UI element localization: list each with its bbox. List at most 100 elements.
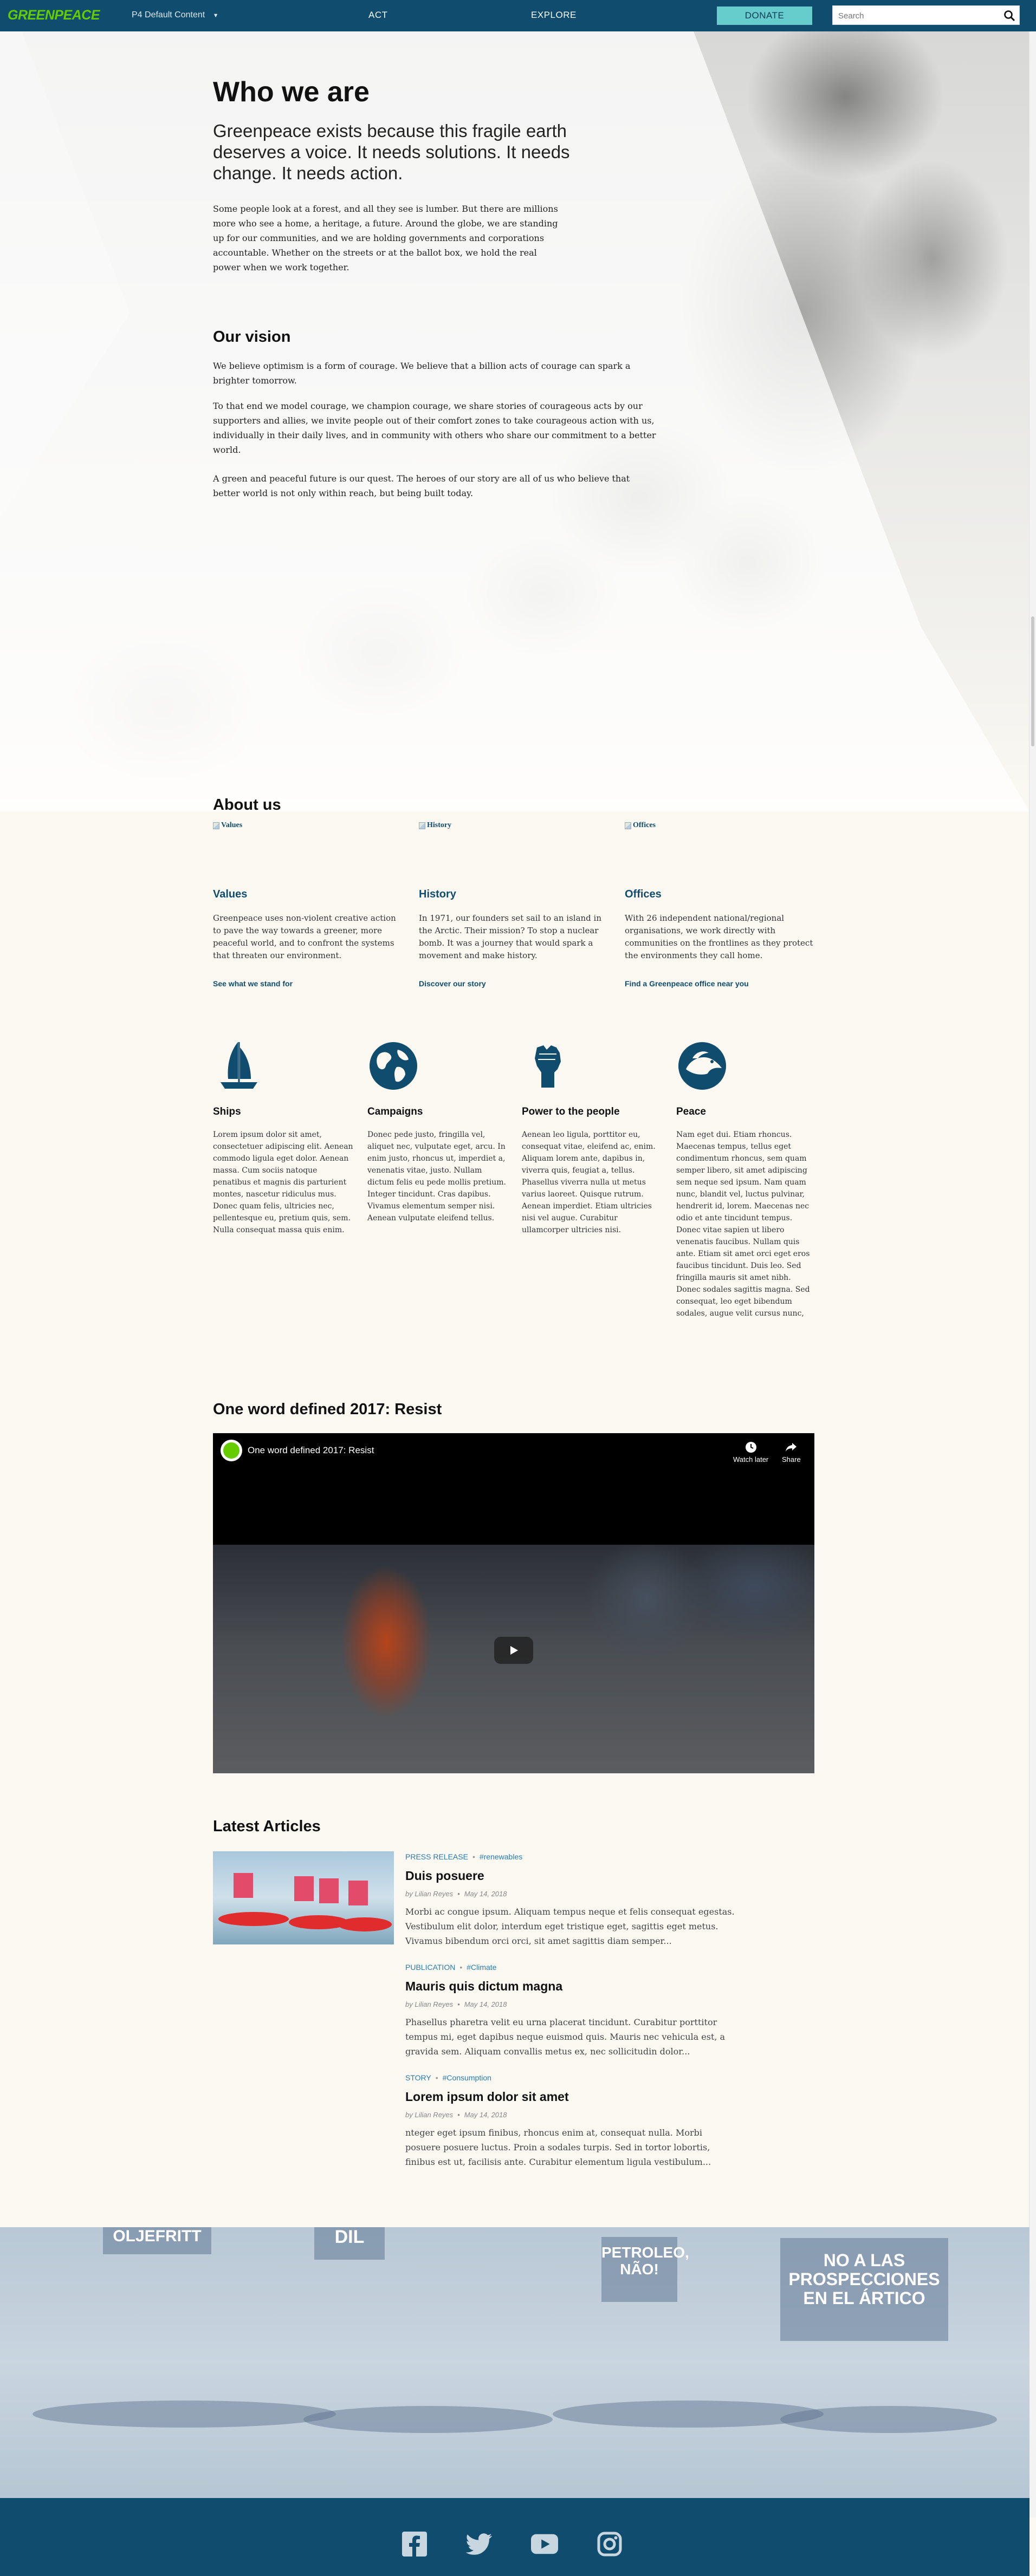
instagram-icon[interactable]	[596, 2531, 623, 2558]
feature-title: Power to the people	[522, 1106, 620, 1117]
video-heading: One word defined 2017: Resist	[213, 1401, 442, 1418]
offices-image: Offices	[625, 821, 814, 830]
article-item: PRESS RELEASE • #renewables Duis posuere b…	[405, 1852, 736, 1948]
about-card-values: Values Values Greenpeace uses non-violen…	[213, 821, 403, 988]
about-heading: About us	[213, 796, 281, 814]
ship-icon	[221, 1042, 257, 1089]
protest-sign	[348, 1881, 368, 1905]
article-tag[interactable]: #Climate	[467, 1963, 496, 1972]
protest-sign: OLJEFRITT	[103, 2227, 211, 2254]
kayak	[553, 2401, 824, 2428]
article-title[interactable]: Mauris quis dictum magna	[405, 1979, 736, 1994]
feature-ships: Ships Lorem ipsum dolor sit amet, consec…	[213, 1040, 354, 1234]
values-image: Values	[213, 821, 403, 830]
protest-sign	[319, 1878, 339, 1903]
article-meta: STORY • #Consumption	[405, 2073, 491, 2082]
about-card-text: Greenpeace uses non-violent creative act…	[213, 913, 396, 960]
site-footer	[0, 2498, 1029, 2576]
greenpeace-logo[interactable]: GREENPEACE	[8, 8, 100, 23]
twitter-icon[interactable]	[466, 2531, 493, 2558]
site-switcher-label: P4 Default Content	[132, 10, 205, 19]
footer-banner-image: OLJEFRITT DIL PETROLEO, NÃO! NO A LAS PR…	[0, 2227, 1029, 2498]
kayak	[218, 1912, 289, 1926]
site-switcher[interactable]: P4 Default Content ▼	[132, 10, 219, 20]
kayak	[303, 2406, 553, 2433]
feature-peace: Peace Nam eget dui. Etiam rhoncus. Maece…	[676, 1040, 817, 1318]
history-image: History	[419, 821, 608, 830]
feature-text: Aenean leo ligula, porttitor eu, consequ…	[522, 1130, 656, 1234]
about-card-title: History	[419, 888, 456, 900]
article-item: STORY • #Consumption Lorem ipsum dolor sit…	[405, 2073, 736, 2169]
about-card-link[interactable]: Discover our story	[419, 979, 486, 988]
dove-icon	[678, 1042, 726, 1090]
vision-paragraph: A green and peaceful future is our quest…	[213, 473, 630, 498]
feature-text: Nam eget dui. Etiam rhoncus. Maecenas te…	[676, 1130, 810, 1318]
article-type[interactable]: STORY	[405, 2073, 431, 2082]
play-icon	[510, 1646, 518, 1655]
search-box	[832, 5, 1020, 25]
about-card-text: In 1971, our founders set sail to an isl…	[419, 913, 602, 960]
article-byline: by Lilian Reyes • May 14, 2018	[405, 2111, 507, 2119]
facebook-icon[interactable]	[401, 2531, 428, 2558]
vision-heading: Our vision	[213, 328, 291, 346]
watch-later-label: Watch later	[733, 1455, 769, 1463]
page-scrollbar[interactable]	[1029, 31, 1036, 2518]
watch-later-button[interactable]: Watch later	[733, 1441, 768, 1463]
protest-sign: DIL	[314, 2227, 385, 2260]
article-tag[interactable]: #renewables	[480, 1852, 522, 1861]
share-icon	[786, 1443, 797, 1452]
youtube-icon[interactable]	[531, 2531, 558, 2558]
article-type[interactable]: PUBLICATION	[405, 1963, 455, 1972]
kayak	[33, 2401, 336, 2428]
clock-icon	[745, 1442, 756, 1453]
feature-text: Donec pede justo, fringilla vel, aliquet…	[367, 1130, 506, 1222]
article-tag[interactable]: #Consumption	[443, 2073, 491, 2082]
article-meta: PRESS RELEASE • #renewables	[405, 1852, 523, 1861]
vision-paragraph: We believe optimism is a form of courage…	[213, 361, 631, 386]
article-excerpt: Morbi ac congue ipsum. Aliquam tempus ne…	[405, 1907, 735, 1946]
donate-button[interactable]: DONATE	[717, 6, 812, 25]
feature-campaigns: Campaigns Donec pede justo, fringilla ve…	[367, 1040, 508, 1222]
hero-intro: Some people look at a forest, and all th…	[213, 204, 558, 272]
video-title[interactable]: One word defined 2017: Resist	[248, 1445, 374, 1456]
nav-explore[interactable]: EXPLORE	[531, 10, 577, 21]
feature-text: Lorem ipsum dolor sit amet, consectetuer…	[213, 1130, 353, 1234]
protest-sign: NO A LAS PROSPECCIONES EN EL ÁRTICO	[780, 2238, 948, 2341]
nav-act[interactable]: ACT	[368, 10, 388, 21]
page-title: Who we are	[213, 76, 370, 108]
about-card-link[interactable]: Find a Greenpeace office near you	[625, 979, 749, 988]
article-byline: by Lilian Reyes • May 14, 2018	[405, 2000, 507, 2008]
channel-avatar[interactable]	[221, 1440, 242, 1461]
article-thumbnail[interactable]	[213, 1851, 394, 1944]
protest-sign	[294, 1876, 314, 1901]
feature-title: Ships	[213, 1106, 241, 1117]
article-type[interactable]: PRESS RELEASE	[405, 1852, 468, 1861]
kayak	[780, 2406, 997, 2433]
article-excerpt: nteger eget ipsum finibus, rhoncus enim …	[405, 2128, 711, 2167]
play-button[interactable]	[494, 1637, 533, 1664]
kayak	[338, 1917, 392, 1931]
about-card-title: Offices	[625, 888, 662, 900]
vision-paragraph: To that end we model courage, we champio…	[213, 401, 656, 455]
about-card-text: With 26 independent national/regional or…	[625, 913, 813, 960]
share-button[interactable]: Share	[782, 1441, 801, 1463]
search-input[interactable]	[837, 8, 996, 23]
protest-sign: PETROLEO, NÃO!	[601, 2237, 689, 2302]
globe-icon	[370, 1042, 417, 1090]
about-card-link[interactable]: See what we stand for	[213, 979, 293, 988]
article-title[interactable]: Duis posuere	[405, 1869, 736, 1883]
article-byline: by Lilian Reyes • May 14, 2018	[405, 1890, 507, 1898]
share-label: Share	[782, 1455, 801, 1463]
video-player[interactable]: One word defined 2017: Resist Watch late…	[213, 1433, 814, 1773]
article-excerpt: Phasellus pharetra velit eu urna placera…	[405, 2017, 726, 2057]
hero-lead: Greenpeace exists because this fragile e…	[213, 121, 570, 183]
chevron-down-icon: ▼	[212, 12, 219, 19]
about-card-offices: Offices Offices With 26 independent nati…	[625, 821, 814, 988]
about-card-history: History History In 1971, our founders se…	[419, 821, 608, 988]
protest-sign	[234, 1873, 253, 1898]
articles-heading: Latest Articles	[213, 1818, 321, 1835]
scrollbar-thumb[interactable]	[1031, 616, 1034, 746]
article-item: PUBLICATION • #Climate Mauris quis dictum …	[405, 1963, 736, 2059]
search-icon[interactable]	[1003, 9, 1016, 22]
article-title[interactable]: Lorem ipsum dolor sit amet	[405, 2090, 736, 2104]
